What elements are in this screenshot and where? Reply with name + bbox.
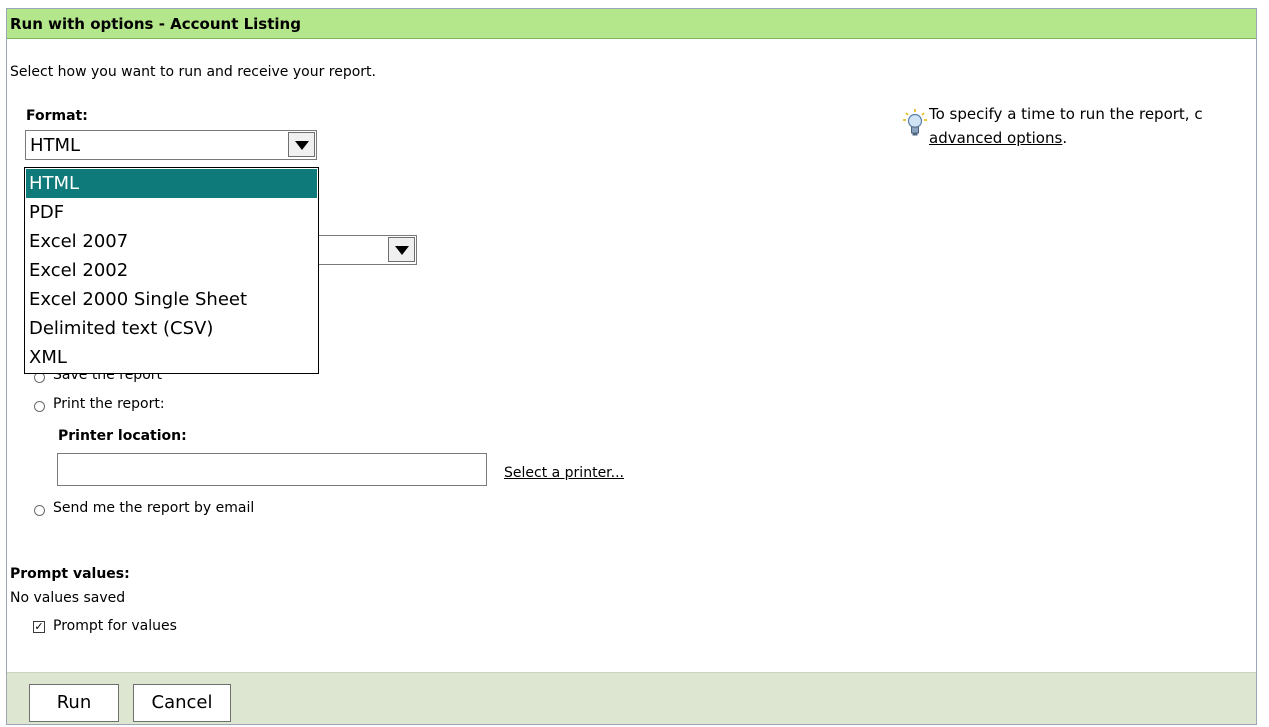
dialog-titlebar: Run with options - Account Listing [7,9,1256,39]
format-dropdown-button[interactable] [288,132,315,157]
printer-location-input[interactable] [57,453,487,486]
format-option-xml[interactable]: XML [26,343,317,373]
chevron-down-icon [295,141,309,150]
run-button[interactable]: Run [29,684,119,722]
prompt-values-status: No values saved [10,590,126,606]
advanced-options-link[interactable]: advanced options [929,129,1062,147]
email-report-radio[interactable] [34,505,45,516]
dialog-title: Run with options - Account Listing [10,15,301,33]
dialog-footer: Run Cancel [7,672,1256,724]
format-label: Format: [26,108,88,124]
email-report-label: Send me the report by email [53,500,255,516]
format-option-excel-2007[interactable]: Excel 2007 [26,227,317,256]
tip-period: . [1062,129,1068,147]
chevron-down-icon [395,246,409,255]
print-report-label: Print the report: [53,396,165,412]
format-option-pdf[interactable]: PDF [26,198,317,227]
language-dropdown-button[interactable] [388,237,415,262]
cancel-button[interactable]: Cancel [133,684,231,722]
format-select[interactable]: HTML [25,130,317,160]
select-printer-link[interactable]: Select a printer... [504,465,624,481]
prompt-values-heading: Prompt values: [10,566,130,582]
run-options-dialog: Run with options - Account Listing Selec… [6,8,1257,725]
format-option-html[interactable]: HTML [26,169,317,198]
lightbulb-icon [903,109,927,136]
tip-advanced-line: advanced options. [929,129,1067,147]
format-option-excel-2000-single-sheet[interactable]: Excel 2000 Single Sheet [26,285,317,314]
format-selected-value: HTML [30,135,81,156]
instruction-text: Select how you want to run and receive y… [10,64,376,80]
format-option-csv[interactable]: Delimited text (CSV) [26,314,317,343]
prompt-for-values-label: Prompt for values [53,618,177,634]
tip-text: To specify a time to run the report, c [929,105,1203,123]
format-dropdown-list[interactable]: HTML PDF Excel 2007 Excel 2002 Excel 200… [24,167,319,374]
print-report-radio[interactable] [34,401,45,412]
prompt-for-values-checkbox[interactable]: ✓ [33,621,45,633]
select-printer-link-wrap: Select a printer... [504,465,624,481]
format-option-excel-2002[interactable]: Excel 2002 [26,256,317,285]
printer-location-label: Printer location: [58,428,187,444]
